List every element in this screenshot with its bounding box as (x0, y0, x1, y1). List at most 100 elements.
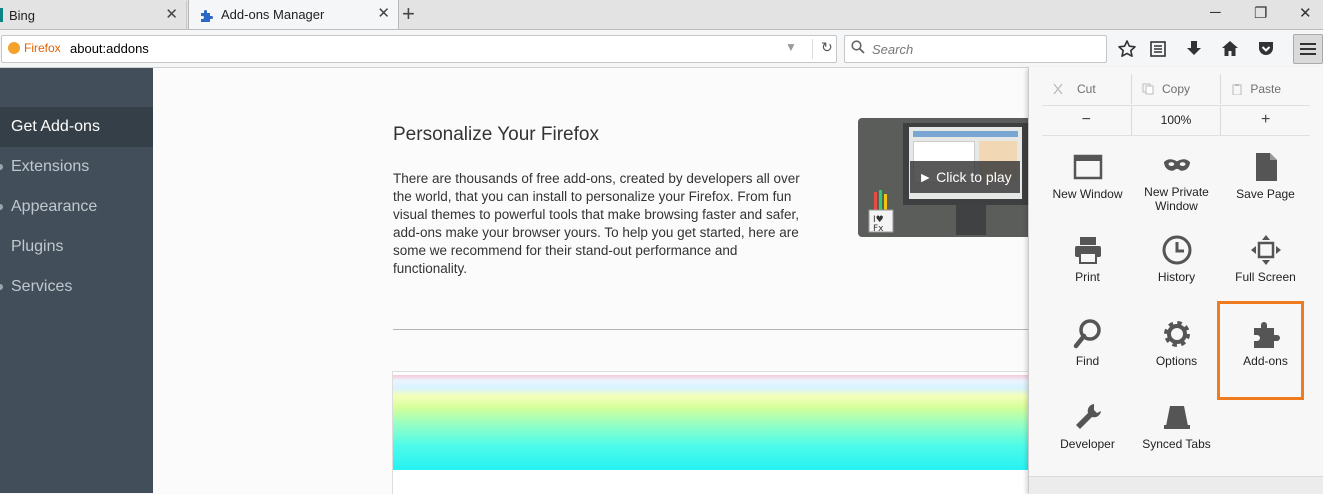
menu-item-label: New Private Window (1144, 185, 1209, 213)
banner-gradient-image (393, 375, 1029, 470)
tab-strip: Bing ✕ Add-ons Manager ✕ + ─ ❐ ✕ (0, 0, 1323, 30)
category-appearance[interactable]: Appearance (0, 187, 153, 227)
hamburger-menu-icon (1300, 43, 1316, 55)
options-button[interactable]: Options (1132, 304, 1221, 380)
developer-button[interactable]: Developer (1043, 387, 1132, 463)
clipboard-icon (1232, 84, 1242, 95)
category-get-addons[interactable]: Get Add-ons (0, 107, 153, 147)
bookmarks-menu-icon[interactable] (1148, 39, 1168, 59)
category-label: Plugins (11, 238, 64, 255)
zoom-reset-button[interactable]: 100% (1130, 105, 1221, 135)
category-bullet-icon (0, 164, 3, 170)
page-title: Personalize Your Firefox (393, 124, 599, 145)
save-page-button[interactable]: Save Page (1221, 137, 1310, 213)
zoom-in-button[interactable]: + (1220, 105, 1310, 135)
menu-item-label: New Window (1052, 187, 1123, 201)
magnifier-icon (1073, 319, 1101, 349)
save-page-icon (1255, 153, 1277, 181)
downloads-arrow-icon[interactable] (1184, 39, 1204, 59)
tab-title: Bing (9, 7, 36, 23)
new-tab-button[interactable]: + (402, 3, 415, 25)
puzzle-piece-icon (201, 9, 213, 22)
reload-button[interactable]: ↻ (812, 39, 833, 59)
fullscreen-icon (1250, 235, 1281, 265)
copy-button[interactable]: Copy (1130, 74, 1221, 104)
close-tab-icon[interactable]: ✕ (165, 7, 178, 22)
paste-label: Paste (1250, 82, 1282, 96)
maximize-button[interactable]: ❐ (1254, 4, 1267, 22)
url-input[interactable]: about:addons (70, 41, 149, 56)
search-bar[interactable]: Search (844, 35, 1107, 63)
url-bar[interactable]: Firefox about:addons ▼ ↻ (1, 35, 837, 63)
menu-item-label: Developer (1060, 437, 1115, 451)
menu-item-label: Save Page (1236, 187, 1295, 201)
history-clock-icon (1162, 235, 1191, 265)
separator (1042, 135, 1310, 136)
click-to-play-button[interactable]: ► Click to play (910, 161, 1020, 193)
addons-categories-sidebar: Get Add-ons Extensions Appearance Plugin… (0, 68, 153, 493)
scissors-icon (1053, 83, 1063, 95)
featured-banner[interactable] (392, 371, 1030, 494)
copy-icon (1142, 83, 1154, 95)
copy-label: Copy (1162, 82, 1191, 96)
full-screen-button[interactable]: Full Screen (1221, 220, 1310, 296)
close-window-button[interactable]: ✕ (1299, 4, 1312, 22)
pocket-icon[interactable] (1256, 39, 1276, 59)
new-window-icon (1073, 154, 1102, 180)
url-history-dropdown-icon[interactable]: ▼ (785, 40, 797, 54)
bing-favicon-icon (0, 8, 3, 22)
synced-tabs-button[interactable]: Synced Tabs (1132, 387, 1221, 463)
identity-box[interactable]: Firefox (8, 41, 61, 55)
menu-item-label: Find (1075, 354, 1100, 368)
category-plugins[interactable]: Plugins (0, 227, 153, 267)
new-window-button[interactable]: New Window (1043, 137, 1132, 213)
intro-video-thumbnail[interactable]: I♥ Fx ► Click to play (858, 118, 1028, 237)
new-private-window-button[interactable]: New Private Window (1132, 137, 1221, 213)
menu-item-label: History (1157, 270, 1196, 284)
category-label: Services (11, 278, 73, 295)
history-button[interactable]: History (1132, 220, 1221, 296)
category-bullet-icon (0, 204, 3, 210)
intro-paragraph: There are thousands of free add-ons, cre… (393, 171, 800, 276)
zoom-controls-row: − 100% + (1042, 105, 1310, 135)
svg-text:Fx: Fx (873, 224, 884, 234)
minimize-button[interactable]: ─ (1210, 4, 1221, 21)
open-menu-button[interactable] (1293, 34, 1323, 64)
edit-controls-row: Cut Copy Paste (1042, 74, 1310, 104)
category-bullet-icon (0, 284, 3, 290)
main-menu-panel: Cut Copy Paste − 100% + New Window New P… (1028, 67, 1323, 494)
print-button[interactable]: Print (1043, 220, 1132, 296)
addons-highlight-box (1217, 301, 1304, 400)
firefox-logo-icon (8, 42, 20, 54)
bookmark-star-icon[interactable] (1117, 39, 1137, 59)
category-label: Appearance (11, 198, 98, 215)
wrench-icon (1075, 404, 1101, 429)
category-services[interactable]: Services (0, 267, 153, 307)
tab-bing[interactable]: Bing ✕ (0, 1, 187, 29)
monitor-stand (956, 205, 986, 235)
find-button[interactable]: Find (1043, 304, 1132, 380)
tab-title: Add-ons Manager (221, 7, 325, 22)
menu-item-label: Full Screen (1235, 270, 1296, 284)
love-firefox-cup-icon: I♥ Fx (868, 190, 894, 234)
panel-footer (1029, 476, 1323, 494)
category-label: Get Add-ons (11, 118, 100, 135)
category-extensions[interactable]: Extensions (0, 147, 153, 187)
gear-icon (1163, 321, 1190, 347)
category-label: Extensions (11, 158, 90, 175)
menu-item-label: Options (1155, 354, 1198, 368)
home-icon[interactable] (1220, 39, 1240, 59)
private-mask-icon (1163, 159, 1190, 171)
cut-button[interactable]: Cut (1042, 74, 1131, 104)
identity-label: Firefox (24, 41, 61, 55)
cut-label: Cut (1076, 82, 1096, 96)
zoom-out-button[interactable]: − (1042, 105, 1131, 135)
tab-addons-manager[interactable]: Add-ons Manager ✕ (188, 0, 399, 29)
search-input[interactable]: Search (872, 42, 913, 57)
menu-item-label: Print (1075, 270, 1100, 284)
synced-tabs-icon (1163, 406, 1190, 429)
menu-item-label: Synced Tabs (1142, 437, 1211, 451)
paste-button[interactable]: Paste (1220, 74, 1310, 104)
close-tab-icon[interactable]: ✕ (377, 6, 390, 21)
navigation-toolbar: Firefox about:addons ▼ ↻ Search (0, 30, 1323, 68)
